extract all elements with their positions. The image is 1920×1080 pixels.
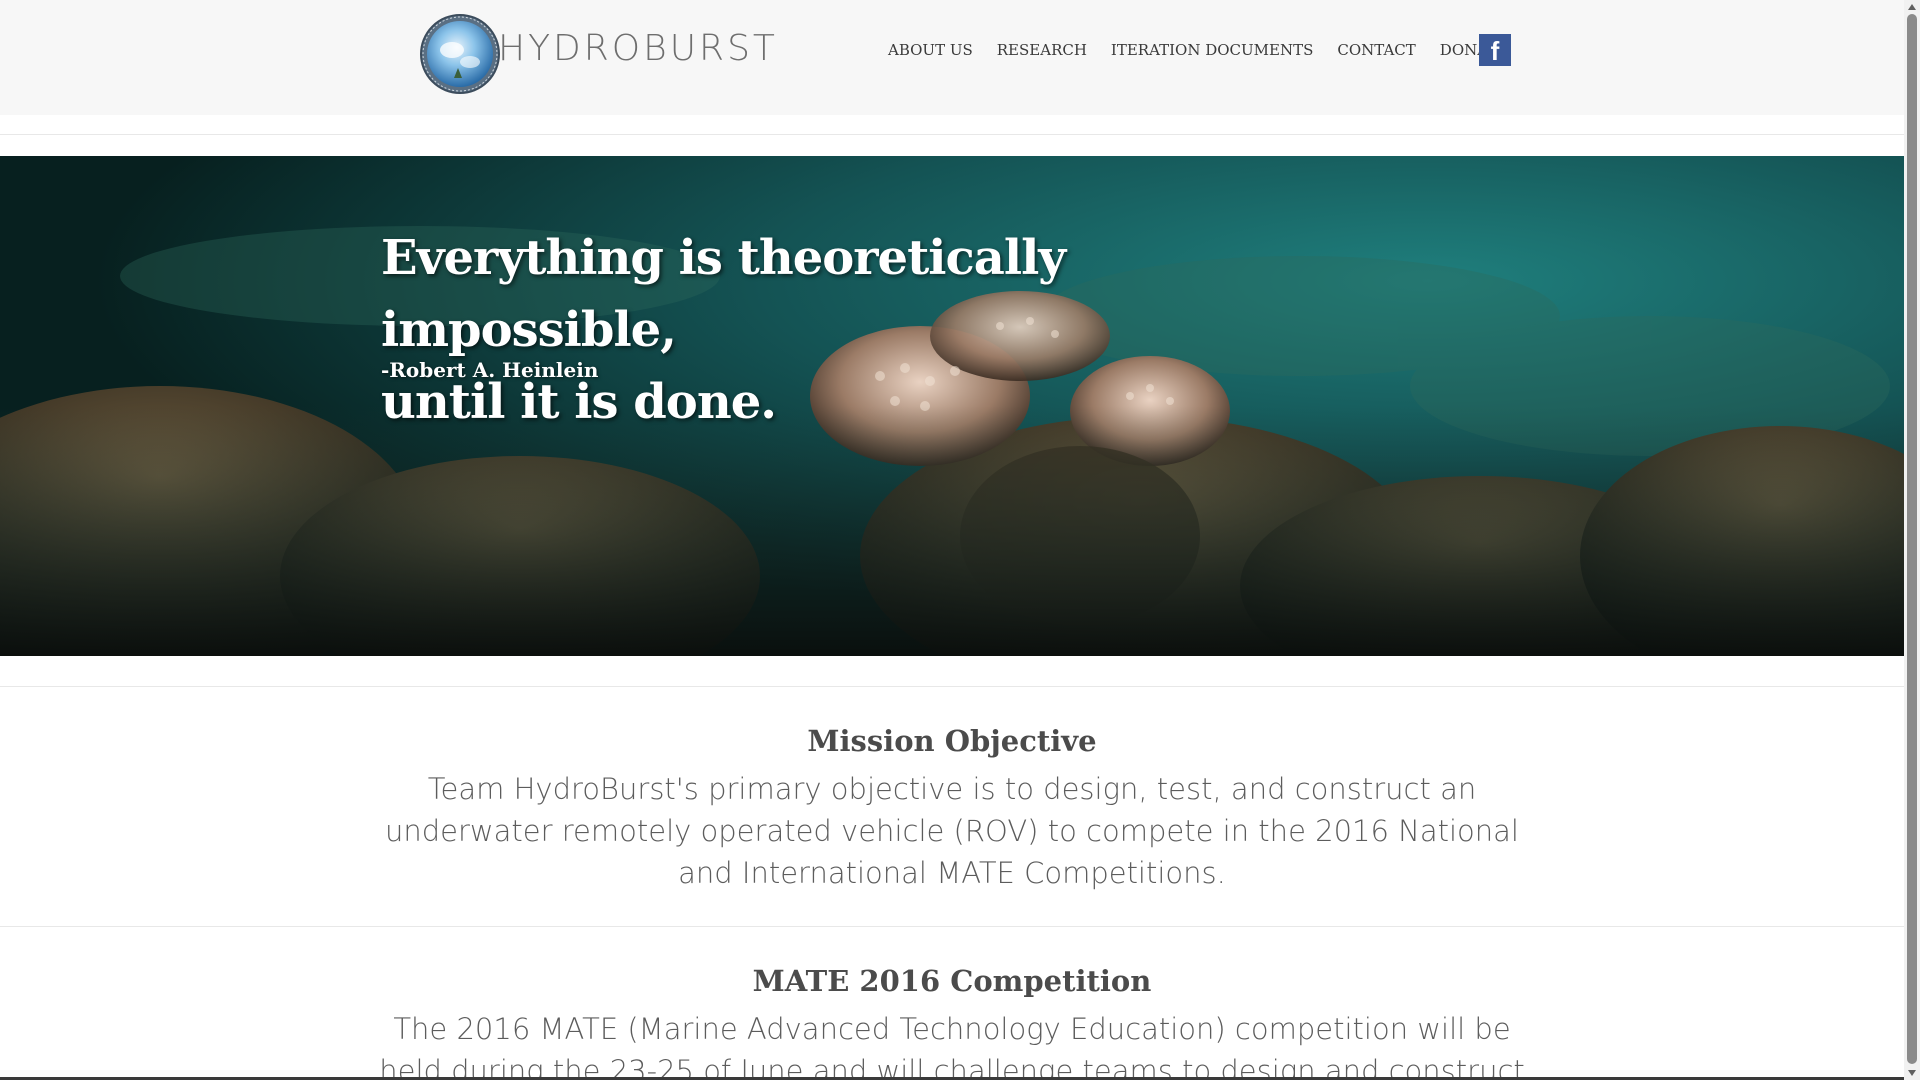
nav-contact[interactable]: CONTACT — [1337, 41, 1415, 59]
nav-research[interactable]: RESEARCH — [997, 41, 1087, 59]
nav-about-us[interactable]: ABOUT US — [888, 41, 973, 59]
logo-wordmark: HYDROBURST — [498, 28, 778, 69]
site-header: HYDROBURST ABOUT US RESEARCH ITERATION D… — [0, 0, 1904, 115]
mission-text: Team HydroBurst's primary objective is t… — [384, 772, 1519, 890]
scroll-down-icon[interactable] — [1908, 1070, 1916, 1076]
competition-title: MATE 2016 Competition — [752, 964, 1152, 998]
quote-author: -Robert A. Heinlein — [381, 358, 599, 382]
competition-text: The 2016 MATE (Marine Advanced Technolog… — [379, 1012, 1525, 1080]
main-nav: ABOUT US RESEARCH ITERATION DOCUMENTS CO… — [888, 40, 1532, 60]
site-logo[interactable]: HYDROBURST — [418, 12, 775, 96]
hero-banner: Everything is theoretically impossible, … — [0, 156, 1904, 656]
header-divider — [0, 134, 1904, 135]
logo-badge-icon — [420, 14, 500, 94]
page: HYDROBURST ABOUT US RESEARCH ITERATION D… — [0, 0, 1904, 1080]
quote-line-1: Everything is theoretically impossible, — [381, 230, 1066, 358]
scroll-up-icon[interactable] — [1908, 4, 1916, 10]
mission-title: Mission Objective — [807, 724, 1097, 758]
section-divider — [0, 926, 1904, 927]
facebook-icon[interactable]: f — [1479, 34, 1511, 66]
scrollbar-thumb[interactable] — [1907, 14, 1917, 1064]
page-scrollbar[interactable] — [1904, 0, 1920, 1080]
nav-iteration-documents[interactable]: ITERATION DOCUMENTS — [1111, 41, 1313, 59]
hero-divider — [0, 686, 1904, 687]
hero-quote: Everything is theoretically impossible, … — [381, 222, 1361, 438]
facebook-glyph: f — [1490, 36, 1500, 66]
